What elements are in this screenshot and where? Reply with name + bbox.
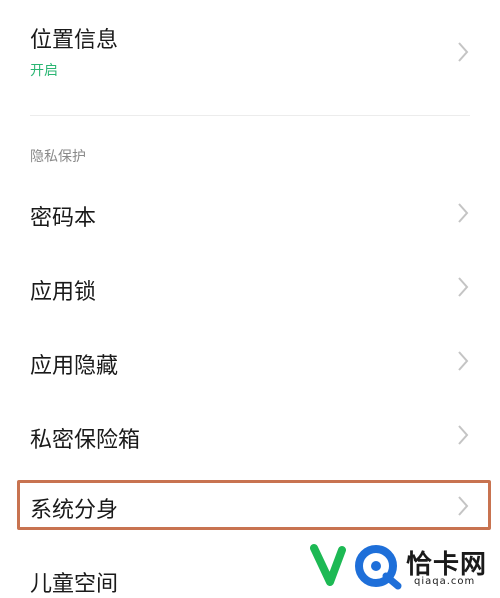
watermark-logo: 恰卡网 qiaqa.com [310, 542, 500, 591]
section-header: 隐私保护 [30, 149, 86, 165]
status-text: 开启 [30, 63, 58, 79]
chevron-right-icon [456, 350, 470, 372]
settings-item-location[interactable]: 位置信息 开启 [0, 0, 500, 115]
settings-item-label: 私密保险箱 [30, 428, 141, 453]
chevron-right-icon [456, 276, 470, 298]
settings-item-app-hide[interactable]: 应用隐藏 [0, 328, 500, 392]
watermark-url: qiaqa.com [414, 576, 476, 587]
section-divider [30, 115, 470, 116]
settings-item-label: 位置信息 [30, 28, 119, 53]
settings-item-label: 密码本 [30, 206, 97, 231]
chevron-right-icon [456, 424, 470, 446]
settings-item-label: 应用隐藏 [30, 354, 119, 379]
chevron-right-icon [456, 41, 470, 63]
settings-item-private-safe[interactable]: 私密保险箱 [0, 402, 500, 466]
chevron-right-icon [456, 202, 470, 224]
settings-item-password-book[interactable]: 密码本 [0, 180, 500, 244]
highlight-box [17, 480, 491, 530]
settings-item-label: 儿童空间 [30, 572, 119, 597]
settings-item-label: 应用锁 [30, 280, 97, 305]
settings-item-app-lock[interactable]: 应用锁 [0, 254, 500, 318]
watermark-logo-icon [310, 544, 402, 590]
